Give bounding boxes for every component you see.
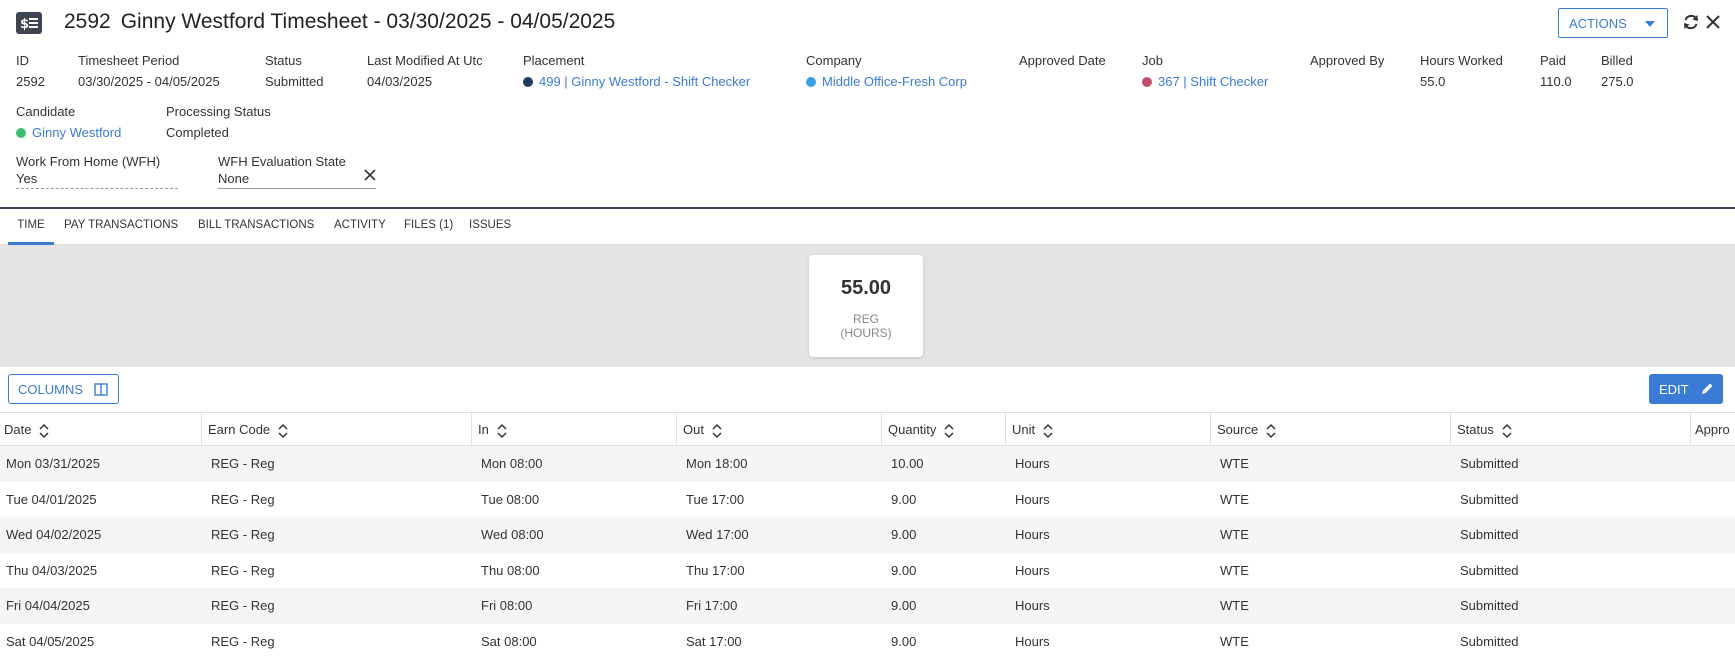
sort-icon (712, 423, 722, 438)
wfh-field[interactable]: Work From Home (WFH) Yes (16, 154, 178, 189)
sort-icon (1043, 423, 1053, 438)
reg-hours-value: 55.00 (840, 277, 892, 299)
sort-icon (944, 423, 954, 438)
table-row[interactable]: Wed 04/02/2025 REG - Reg Wed 08:00 Wed 1… (0, 517, 1735, 553)
clear-icon[interactable] (363, 168, 377, 182)
column-header-in[interactable]: In (472, 413, 677, 446)
field-candidate: Candidate Ginny Westford (16, 104, 122, 140)
candidate-status-dot (16, 127, 26, 138)
page-title: 2592 Ginny Westford Timesheet - 03/30/202… (64, 10, 615, 34)
sort-icon (39, 423, 49, 438)
sort-icon (1502, 423, 1512, 438)
field-approved-date: Approved Date (1019, 53, 1106, 68)
time-entries-table: Date Earn Code In Out Quantity Unit Sour… (0, 412, 1735, 660)
field-placement: Placement 499 | Ginny Westford - Shift C… (523, 53, 751, 89)
table-header: Date Earn Code In Out Quantity Unit Sour… (0, 412, 1735, 446)
tab-files[interactable]: FILES (1) (404, 209, 453, 245)
table-row[interactable]: Thu 04/03/2025 REG - Reg Thu 08:00 Thu 1… (0, 553, 1735, 589)
field-company: Company Middle Office-Fresh Corp (806, 53, 967, 89)
placement-status-dot (523, 76, 533, 87)
tab-bar: TIME PAY TRANSACTIONS BILL TRANSACTIONS … (0, 209, 1735, 245)
reg-hours-caption: REG (HOURS) (840, 312, 892, 340)
sort-icon (497, 423, 507, 438)
edit-button[interactable]: EDIT (1649, 374, 1723, 404)
timesheet-id: 2592 (64, 10, 111, 33)
field-last-modified: Last Modified At Utc 04/03/2025 (367, 53, 483, 89)
actions-dropdown-button[interactable]: ACTIONS (1558, 8, 1668, 38)
field-approved-by: Approved By (1310, 53, 1385, 68)
column-header-out[interactable]: Out (677, 413, 882, 446)
columns-button[interactable]: COLUMNS (8, 374, 119, 404)
table-row[interactable]: Tue 04/01/2025 REG - Reg Tue 08:00 Tue 1… (0, 482, 1735, 518)
tab-activity[interactable]: ACTIVITY (334, 209, 386, 245)
actions-label: ACTIONS (1569, 15, 1627, 31)
sort-icon (1266, 423, 1276, 438)
table-row[interactable]: Mon 03/31/2025 REG - Reg Mon 08:00 Mon 1… (0, 446, 1735, 482)
field-id: ID 2592 (16, 53, 45, 89)
caret-down-icon (1645, 21, 1655, 27)
field-billed: Billed 275.0 (1601, 53, 1634, 89)
company-link[interactable]: Middle Office-Fresh Corp (806, 74, 967, 89)
hours-summary-panel: 55.00 REG (HOURS) (0, 245, 1735, 367)
table-row[interactable]: Sat 04/05/2025 REG - Reg Sat 08:00 Sat 1… (0, 624, 1735, 660)
field-timesheet-period: Timesheet Period 03/30/2025 - 04/05/2025 (78, 53, 220, 89)
timesheet-icon: $ (16, 12, 42, 34)
tab-time[interactable]: TIME (8, 209, 54, 245)
candidate-link[interactable]: Ginny Westford (16, 125, 121, 140)
job-status-dot (1142, 76, 1152, 87)
table-row[interactable]: Fri 04/04/2025 REG - Reg Fri 08:00 Fri 1… (0, 588, 1735, 624)
column-header-date[interactable]: Date (0, 413, 202, 446)
svg-text:$: $ (20, 17, 29, 31)
placement-link[interactable]: 499 | Ginny Westford - Shift Checker (523, 74, 750, 89)
refresh-icon[interactable] (1681, 12, 1701, 32)
tab-pay-transactions[interactable]: PAY TRANSACTIONS (64, 209, 178, 245)
field-hours-worked: Hours Worked 55.0 (1420, 53, 1503, 89)
timesheet-title: Ginny Westford Timesheet - 03/30/2025 - … (120, 10, 616, 33)
column-header-unit[interactable]: Unit (1006, 413, 1211, 446)
close-icon[interactable] (1703, 12, 1723, 32)
column-header-status[interactable]: Status (1451, 413, 1691, 446)
tab-issues[interactable]: ISSUES (469, 209, 511, 245)
field-status: Status Submitted (265, 53, 324, 89)
reg-hours-card: 55.00 REG (HOURS) (809, 255, 923, 357)
columns-icon (94, 383, 108, 396)
company-status-dot (806, 76, 816, 87)
column-header-quantity[interactable]: Quantity (882, 413, 1006, 446)
job-link[interactable]: 367 | Shift Checker (1142, 74, 1268, 89)
tab-bill-transactions[interactable]: BILL TRANSACTIONS (198, 209, 314, 245)
pencil-icon (1702, 383, 1713, 394)
field-processing-status: Processing Status Completed (166, 104, 271, 140)
field-paid: Paid 110.0 (1540, 53, 1572, 89)
timesheet-header: $ 2592 Ginny Westford Timesheet - 03/30/2… (0, 0, 1735, 208)
wfh-evaluation-state-field[interactable]: WFH Evaluation State None (218, 154, 376, 189)
column-header-approved[interactable]: Appro (1691, 413, 1735, 446)
column-header-earn-code[interactable]: Earn Code (202, 413, 472, 446)
sort-icon (278, 423, 288, 438)
field-job: Job 367 | Shift Checker (1142, 53, 1269, 89)
column-header-source[interactable]: Source (1211, 413, 1451, 446)
